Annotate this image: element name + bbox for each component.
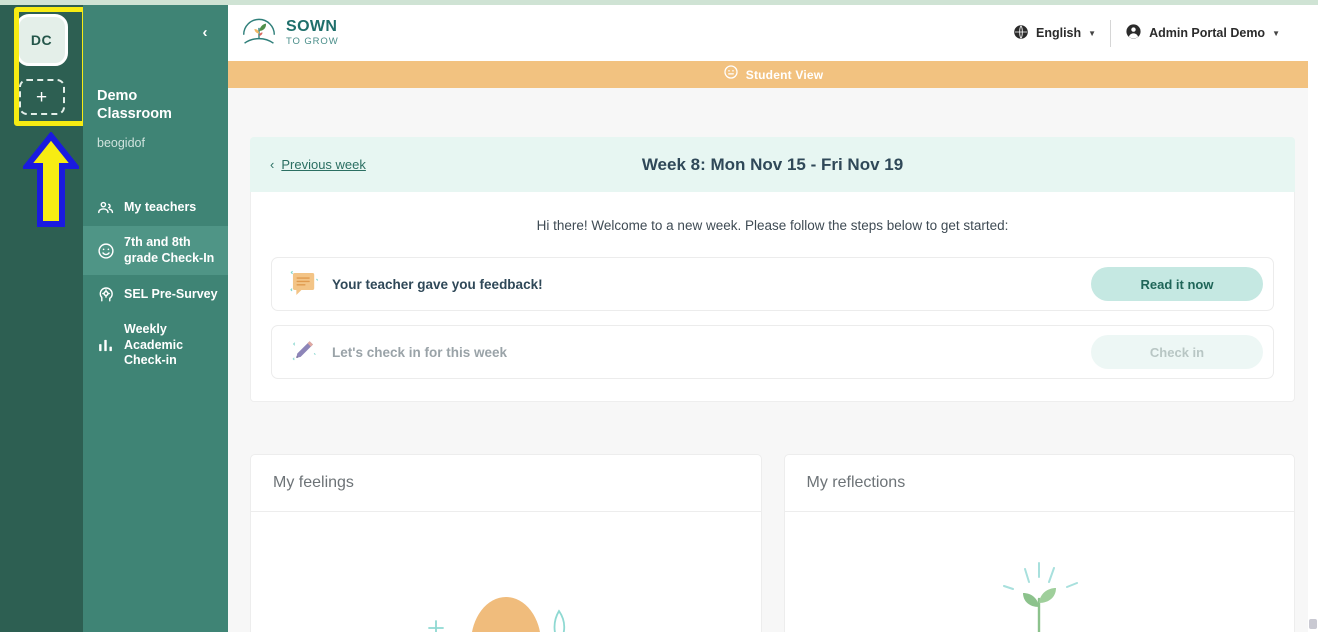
right-gutter	[1308, 5, 1318, 632]
task-row-feedback: Your teacher gave you feedback! Read it …	[271, 257, 1274, 311]
sun-arc-illustration	[251, 511, 761, 632]
class-name: Demo Classroom	[97, 88, 172, 123]
sprout-illustration	[785, 511, 1295, 632]
app-logo[interactable]: SOWN TO GROW	[240, 16, 339, 50]
logo-primary: SOWN	[286, 18, 338, 36]
people-icon	[96, 198, 115, 217]
language-label: English	[1036, 26, 1082, 40]
sidebar-item-label: 7th and 8th grade Check-In	[124, 235, 215, 265]
chevron-left-icon: ‹	[270, 157, 275, 172]
app-header: SOWN TO GROW English ▼ Admin Portal Demo…	[228, 5, 1308, 61]
welcome-message: Hi there! Welcome to a new week. Please …	[536, 218, 1009, 233]
scrollbar-thumb[interactable]	[1309, 619, 1317, 629]
student-view-label: Student View	[745, 67, 824, 82]
panel-my-reflections: My reflections	[783, 454, 1295, 632]
chevron-down-icon: ▼	[1272, 28, 1280, 38]
app-logo-text: SOWN TO GROW	[286, 19, 339, 47]
classroom-avatar-initials: DC	[30, 32, 53, 48]
summary-panels: My feelings My reflections	[250, 454, 1295, 632]
previous-week-link[interactable]: ‹ Previous week	[270, 157, 366, 172]
sidebar-item-weekly-academic-check-in[interactable]: Weekly Academic Check-in	[83, 313, 228, 378]
bar-chart-icon	[96, 336, 115, 355]
chevron-left-icon: ‹	[202, 23, 208, 41]
sidebar-item-my-teachers[interactable]: My teachers	[83, 188, 228, 226]
language-selector[interactable]: English ▼	[999, 18, 1110, 49]
account-label: Admin Portal Demo	[1149, 26, 1266, 40]
previous-week-label: Previous week	[281, 157, 366, 172]
class-info: Demo Classroom beogidof	[83, 61, 228, 150]
add-classroom-label: +	[35, 86, 48, 108]
task-row-checkin: Let's check in for this week Check in	[271, 325, 1274, 379]
task-label: Let's check in for this week	[332, 344, 508, 360]
week-title: Week 8: Mon Nov 15 - Fri Nov 19	[641, 154, 904, 174]
globe-icon	[1013, 24, 1029, 43]
panel-my-feelings: My feelings	[250, 454, 762, 632]
sidebar-nav: My teachers 7th and 8th grade Check-In S…	[83, 188, 228, 378]
task-label: Your teacher gave you feedback!	[332, 276, 543, 292]
app-screen: DC + ‹ Demo Classroom beogidof My teache…	[0, 0, 1318, 632]
pencil-icon	[286, 334, 322, 370]
chevron-down-icon: ▼	[1088, 28, 1097, 38]
check-in-label: Check in	[1149, 344, 1205, 360]
sidebar-item-7th-and-8th-grade-check-in[interactable]: 7th and 8th grade Check-In	[83, 226, 228, 276]
panel-title: My feelings	[251, 455, 761, 512]
read-it-now-label: Read it now	[1140, 276, 1214, 292]
read-it-now-button[interactable]: Read it now	[1091, 267, 1263, 301]
sidebar-item-label: Weekly Academic Check-in	[124, 322, 184, 368]
sidebar-top: ‹	[83, 5, 228, 61]
feedback-note-icon	[286, 266, 322, 302]
add-classroom-button[interactable]: +	[18, 79, 65, 115]
head-gear-icon	[96, 285, 115, 304]
sidebar-item-sel-pre-survey[interactable]: SEL Pre-Survey	[83, 275, 228, 313]
panel-title: My reflections	[784, 455, 1294, 512]
check-in-button[interactable]: Check in	[1091, 335, 1263, 369]
header-actions: English ▼ Admin Portal Demo ▼	[999, 17, 1294, 49]
user-circle-icon	[1125, 23, 1142, 43]
classroom-avatar-dc[interactable]: DC	[15, 14, 68, 66]
student-view-banner[interactable]: Student View	[228, 61, 1318, 88]
week-body: Hi there! Welcome to a new week. Please …	[250, 192, 1295, 402]
week-card: ‹ Previous week Week 8: Mon Nov 15 - Fri…	[250, 137, 1295, 402]
collapse-sidebar-button[interactable]: ‹	[196, 23, 214, 41]
smiley-icon	[96, 241, 115, 260]
smiley-face-icon	[723, 64, 739, 85]
week-header: ‹ Previous week Week 8: Mon Nov 15 - Fri…	[250, 137, 1295, 192]
logo-secondary: TO GROW	[286, 36, 339, 48]
classroom-rail: DC +	[0, 5, 83, 632]
classroom-sidebar: ‹ Demo Classroom beogidof My teachers 7t…	[83, 5, 228, 632]
main-content: ‹ Previous week Week 8: Mon Nov 15 - Fri…	[228, 88, 1318, 632]
account-menu[interactable]: Admin Portal Demo ▼	[1111, 17, 1294, 49]
sidebar-item-label: My teachers	[124, 199, 197, 214]
sidebar-item-label: SEL Pre-Survey	[124, 286, 218, 301]
class-code: beogidof	[97, 136, 145, 151]
plant-sprout-icon	[240, 16, 278, 50]
